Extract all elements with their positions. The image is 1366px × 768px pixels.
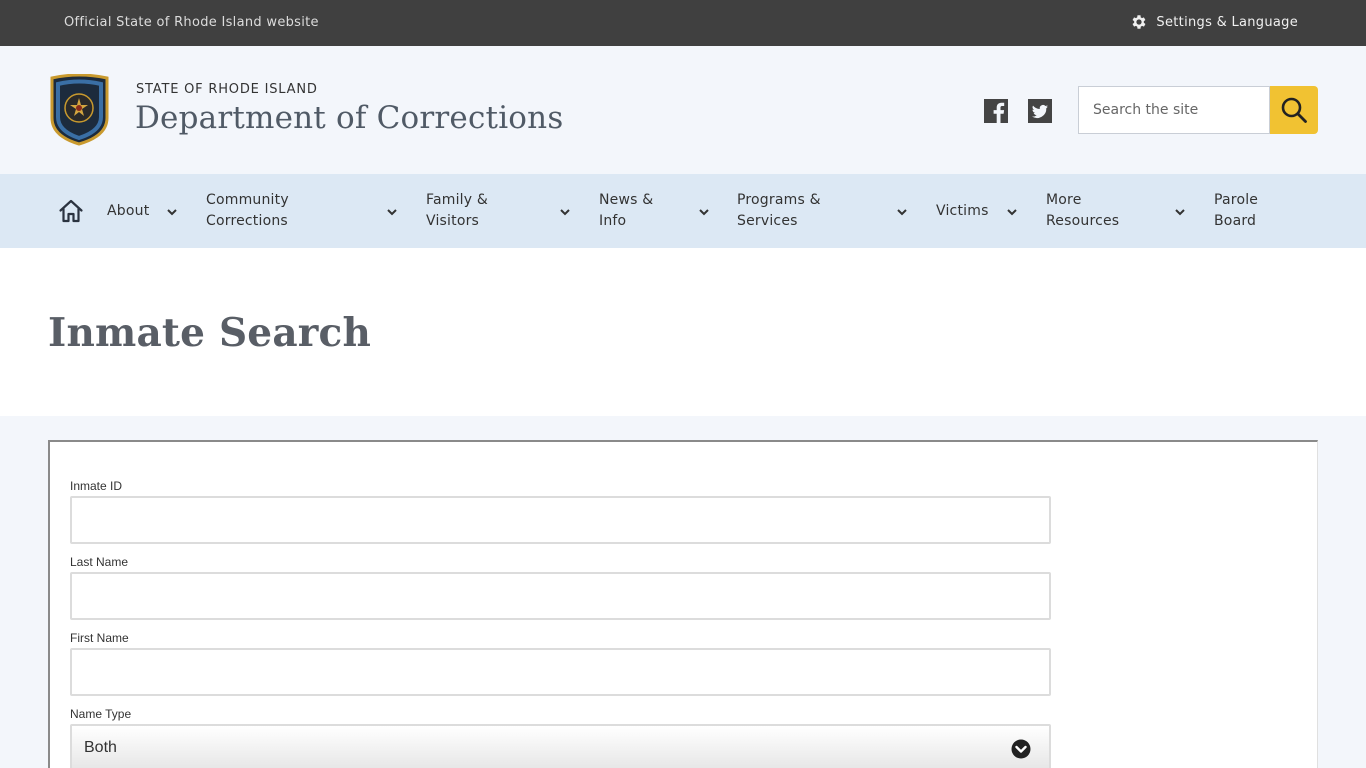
nav-item-victims[interactable]: Victims bbox=[936, 174, 989, 248]
nav-item-label-line2: Info bbox=[599, 213, 627, 229]
nav-item-label: About bbox=[107, 202, 150, 219]
main-navigation: About Community Corrections Family & Vis… bbox=[0, 174, 1366, 248]
page-title: Inmate Search bbox=[48, 310, 372, 356]
settings-language-button[interactable]: Settings & Language bbox=[1130, 13, 1298, 31]
nav-item-programs-services[interactable]: Programs & Services bbox=[737, 174, 821, 248]
nav-item-parole-board[interactable]: Parole Board bbox=[1214, 174, 1258, 248]
nav-item-news-info[interactable]: News & Info bbox=[599, 174, 653, 248]
nav-item-label-line1: More bbox=[1046, 192, 1082, 208]
inmate-id-field[interactable] bbox=[70, 496, 1051, 544]
chevron-down-icon[interactable] bbox=[558, 205, 572, 219]
nav-item-label-line1: Family & bbox=[426, 192, 489, 208]
site-search-button[interactable] bbox=[1270, 86, 1318, 134]
search-icon bbox=[1281, 97, 1307, 123]
nav-item-label-line1: News & bbox=[599, 192, 654, 208]
first-name-label: First Name bbox=[70, 631, 129, 645]
site-header: STATE OF RHODE ISLAND Department of Corr… bbox=[0, 46, 1366, 174]
chevron-down-icon[interactable] bbox=[1005, 205, 1019, 219]
nav-item-about[interactable]: About bbox=[107, 174, 149, 248]
facebook-icon[interactable] bbox=[984, 99, 1008, 123]
nav-item-label-line1: Programs & bbox=[737, 192, 821, 208]
nav-item-label-line1: Community bbox=[206, 192, 289, 208]
nav-item-label-line2: Services bbox=[737, 213, 798, 229]
chevron-down-icon[interactable] bbox=[165, 205, 179, 219]
inmate-id-label: Inmate ID bbox=[70, 479, 123, 493]
site-search-input[interactable] bbox=[1078, 86, 1270, 134]
name-type-selected-value: Both bbox=[84, 739, 117, 756]
last-name-field[interactable] bbox=[70, 572, 1051, 620]
twitter-icon[interactable] bbox=[1028, 99, 1052, 123]
nav-item-label: Victims bbox=[936, 202, 989, 219]
department-seal[interactable] bbox=[48, 74, 111, 146]
chevron-down-icon[interactable] bbox=[1173, 205, 1187, 219]
nav-item-community-corrections[interactable]: Community Corrections bbox=[206, 174, 289, 248]
home-icon[interactable] bbox=[58, 198, 84, 224]
chevron-down-icon[interactable] bbox=[385, 205, 399, 219]
inmate-search-form: Inmate ID Last Name First Name Name Type… bbox=[48, 440, 1318, 768]
name-type-select[interactable]: Both bbox=[70, 724, 1051, 768]
first-name-field[interactable] bbox=[70, 648, 1051, 696]
nav-item-more-resources[interactable]: More Resources bbox=[1046, 174, 1119, 248]
gear-icon bbox=[1132, 15, 1146, 29]
nav-item-label-line1: Parole bbox=[1214, 192, 1259, 208]
chevron-down-icon[interactable] bbox=[895, 205, 909, 219]
chevron-circle-down-icon bbox=[1011, 739, 1031, 759]
nav-item-label-line2: Resources bbox=[1046, 213, 1120, 229]
settings-language-label: Settings & Language bbox=[1156, 14, 1298, 30]
name-type-label: Name Type bbox=[70, 707, 132, 721]
nav-item-label-line2: Board bbox=[1214, 213, 1257, 229]
page-title-area: Inmate Search bbox=[0, 248, 1366, 416]
nav-item-label-line2: Visitors bbox=[426, 213, 480, 229]
chevron-down-icon[interactable] bbox=[697, 205, 711, 219]
state-label: STATE OF RHODE ISLAND bbox=[136, 82, 318, 97]
official-site-text: Official State of Rhode Island website bbox=[64, 15, 319, 30]
nav-item-label-line2: Corrections bbox=[206, 213, 288, 229]
nav-item-family-visitors[interactable]: Family & Visitors bbox=[426, 174, 488, 248]
utility-bar: Official State of Rhode Island website S… bbox=[0, 0, 1366, 46]
last-name-label: Last Name bbox=[70, 555, 129, 569]
department-name[interactable]: Department of Corrections bbox=[135, 100, 563, 136]
